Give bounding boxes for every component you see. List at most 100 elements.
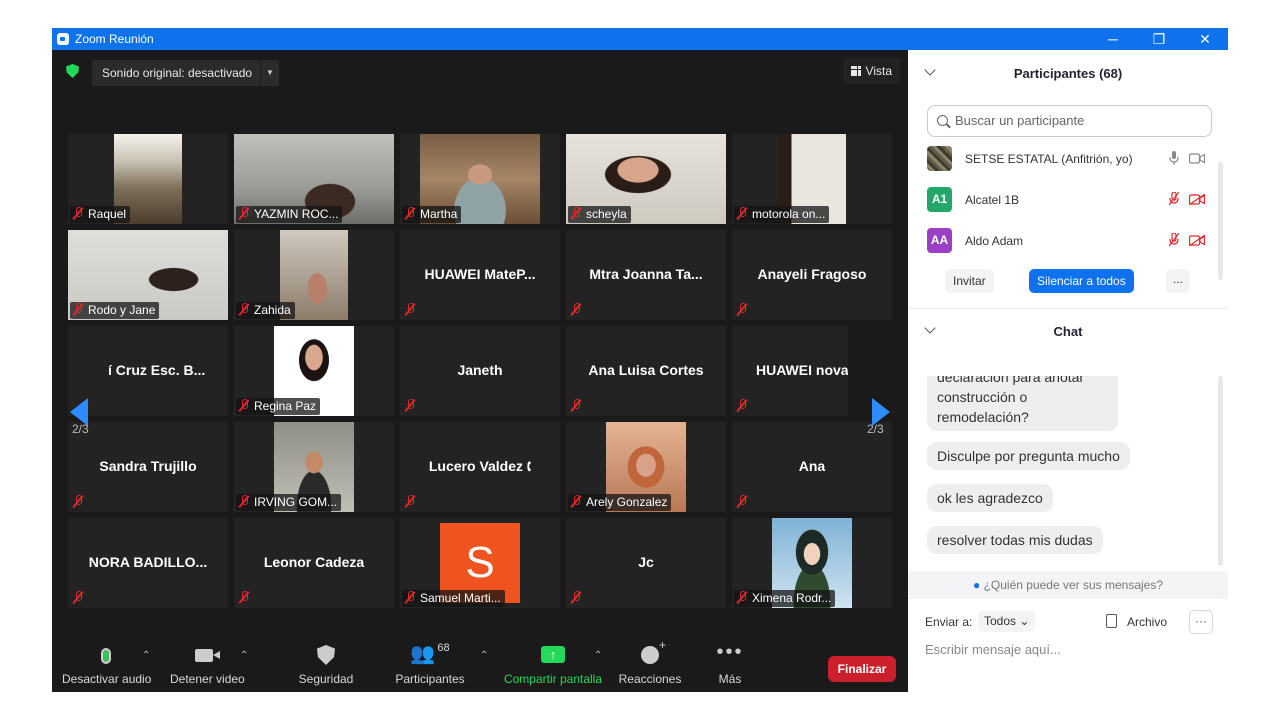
- name-label: [236, 590, 258, 607]
- restore-button[interactable]: ❐: [1136, 31, 1182, 48]
- video-tile[interactable]: HUAWEI MateP...: [400, 230, 560, 320]
- side-panel: Participantes (68) Buscar un participant…: [908, 50, 1228, 692]
- search-icon: [937, 115, 948, 126]
- participant-name: Aldo Adam: [965, 234, 1024, 248]
- video-tile[interactable]: Leonor Cadeza: [234, 518, 394, 608]
- video-tile[interactable]: YAZMIN ROC...: [234, 134, 394, 224]
- video-tile[interactable]: í Cruz Esc. B...: [68, 326, 228, 416]
- video-tile[interactable]: HUAWEI nova: [732, 326, 848, 416]
- video-tile[interactable]: scheyla: [566, 134, 726, 224]
- more-dots-icon: •••: [716, 641, 744, 663]
- encryption-shield-icon[interactable]: [66, 64, 79, 78]
- minimize-button[interactable]: ─: [1090, 31, 1136, 47]
- reactions-button[interactable]: Reacciones: [618, 638, 682, 686]
- video-options-chevron-icon[interactable]: ⌃: [240, 650, 248, 661]
- participants-more-button[interactable]: ...: [1166, 269, 1190, 293]
- video-tile[interactable]: Ana Luisa Cortes: [566, 326, 726, 416]
- camera-icon: [195, 649, 220, 662]
- who-can-see-link[interactable]: ● ¿Quién puede ver sus mensajes?: [908, 571, 1228, 599]
- file-button[interactable]: Archivo: [1127, 615, 1167, 629]
- name-label: Regina Paz: [236, 398, 321, 415]
- participants-options-chevron-icon[interactable]: ⌃: [480, 650, 488, 661]
- participant-search-input[interactable]: Buscar un participante: [927, 105, 1212, 137]
- video-tile[interactable]: Lucero Valdez 🕻: [400, 422, 560, 512]
- original-sound-button[interactable]: Sonido original: desactivado: [92, 60, 265, 86]
- search-placeholder: Buscar un participante: [955, 113, 1085, 128]
- muted-mic-icon: [736, 207, 748, 220]
- participants-scrollbar[interactable]: [1218, 162, 1223, 280]
- video-tile[interactable]: Raquel: [68, 134, 228, 224]
- chat-more-button[interactable]: ···: [1189, 610, 1213, 634]
- microphone-icon[interactable]: [1169, 151, 1179, 165]
- stop-video-button[interactable]: Detener video: [170, 642, 245, 686]
- muted-mic-icon: [72, 495, 84, 508]
- participants-button[interactable]: 👥 68 Participantes: [394, 642, 466, 686]
- muted-mic-icon: [736, 591, 748, 604]
- page-indicator-right: 2/3: [867, 422, 884, 436]
- video-tile[interactable]: NORA BADILLO...: [68, 518, 228, 608]
- video-tile[interactable]: IRVING GOM...: [234, 422, 394, 512]
- meeting-controls: Desactivar audio ⌃ Detener video ⌃ Segur…: [52, 634, 908, 692]
- participants-label: Participantes: [395, 672, 465, 686]
- camera-off-icon[interactable]: [1189, 235, 1205, 246]
- participant-row[interactable]: A1 Alcatel 1B: [927, 185, 1207, 213]
- name-label: [568, 590, 590, 607]
- recipient-dropdown[interactable]: Todos ⌄: [978, 610, 1036, 632]
- muted-mic-icon[interactable]: [1169, 192, 1179, 206]
- send-to-label: Enviar a:: [925, 615, 973, 629]
- invite-button[interactable]: Invitar: [945, 269, 994, 293]
- more-button[interactable]: ••• Más: [708, 641, 752, 686]
- video-tile[interactable]: Rodo y Jane: [68, 230, 228, 320]
- close-button[interactable]: ✕: [1182, 31, 1228, 48]
- camera-off-icon[interactable]: [1189, 194, 1205, 205]
- chat-messages: declaración para anotar construcción o r…: [908, 376, 1228, 568]
- file-icon[interactable]: [1106, 614, 1117, 628]
- audio-options-chevron-icon[interactable]: ⌃: [142, 650, 150, 661]
- video-tile[interactable]: motorola on...: [732, 134, 892, 224]
- mute-all-button[interactable]: Silenciar a todos: [1029, 269, 1134, 293]
- video-tile[interactable]: Janeth: [400, 326, 560, 416]
- video-tile[interactable]: Jc: [566, 518, 726, 608]
- muted-mic-icon: [238, 495, 250, 508]
- video-tile[interactable]: Ximena Rodr...: [732, 518, 892, 608]
- participant-name: IRVING GOM...: [254, 495, 338, 509]
- more-label: Más: [718, 672, 742, 686]
- video-tile[interactable]: Sandra Trujillo: [68, 422, 228, 512]
- muted-mic-icon: [404, 207, 416, 220]
- chat-scrollbar[interactable]: [1218, 376, 1223, 566]
- video-tile[interactable]: Regina Paz: [234, 326, 394, 416]
- video-tile[interactable]: Martha: [400, 134, 560, 224]
- security-button[interactable]: Seguridad: [296, 642, 356, 686]
- share-options-chevron-icon[interactable]: ⌃: [594, 650, 602, 661]
- video-tile[interactable]: Anayeli Fragoso: [732, 230, 892, 320]
- window-title: Zoom Reunión: [75, 32, 154, 46]
- share-screen-icon: ↑: [541, 646, 565, 663]
- muted-mic-icon: [736, 495, 748, 508]
- send-to-row: Enviar a: Todos ⌄ Archivo ···: [925, 610, 1225, 634]
- camera-icon[interactable]: [1189, 153, 1205, 164]
- name-label: [734, 494, 756, 511]
- chat-message-input[interactable]: Escribir mensaje aquí...: [925, 642, 1061, 657]
- participant-name: Alcatel 1B: [965, 193, 1020, 207]
- share-screen-button[interactable]: ↑ Compartir pantalla: [502, 642, 604, 686]
- participants-header: Participantes (68): [908, 50, 1228, 94]
- mute-audio-button[interactable]: Desactivar audio: [62, 642, 151, 686]
- video-tile[interactable]: Arely Gonzalez: [566, 422, 726, 512]
- view-button[interactable]: Vista: [842, 58, 900, 84]
- participant-row[interactable]: SETSE ESTATAL (Anfitrión, yo): [927, 144, 1207, 172]
- name-label: [568, 302, 590, 319]
- name-label: [734, 302, 756, 319]
- participant-row[interactable]: AA Aldo Adam: [927, 226, 1207, 254]
- video-tile[interactable]: Zahida: [234, 230, 394, 320]
- video-tile[interactable]: Mtra Joanna Ta...: [566, 230, 726, 320]
- stop-video-label: Detener video: [170, 672, 245, 686]
- chat-message: resolver todas mis dudas: [927, 526, 1103, 554]
- participant-avatar: AA: [927, 228, 952, 253]
- muted-mic-icon[interactable]: [1169, 233, 1179, 247]
- original-sound-caret[interactable]: ▼: [260, 60, 279, 86]
- name-label: scheyla: [568, 206, 631, 223]
- video-tile[interactable]: S Samuel Marti...: [400, 518, 560, 608]
- video-area: Sonido original: desactivado ▼ Vista Raq…: [52, 50, 908, 692]
- participant-display-name: Leonor Cadeza: [263, 554, 365, 570]
- end-meeting-button[interactable]: Finalizar: [828, 656, 896, 682]
